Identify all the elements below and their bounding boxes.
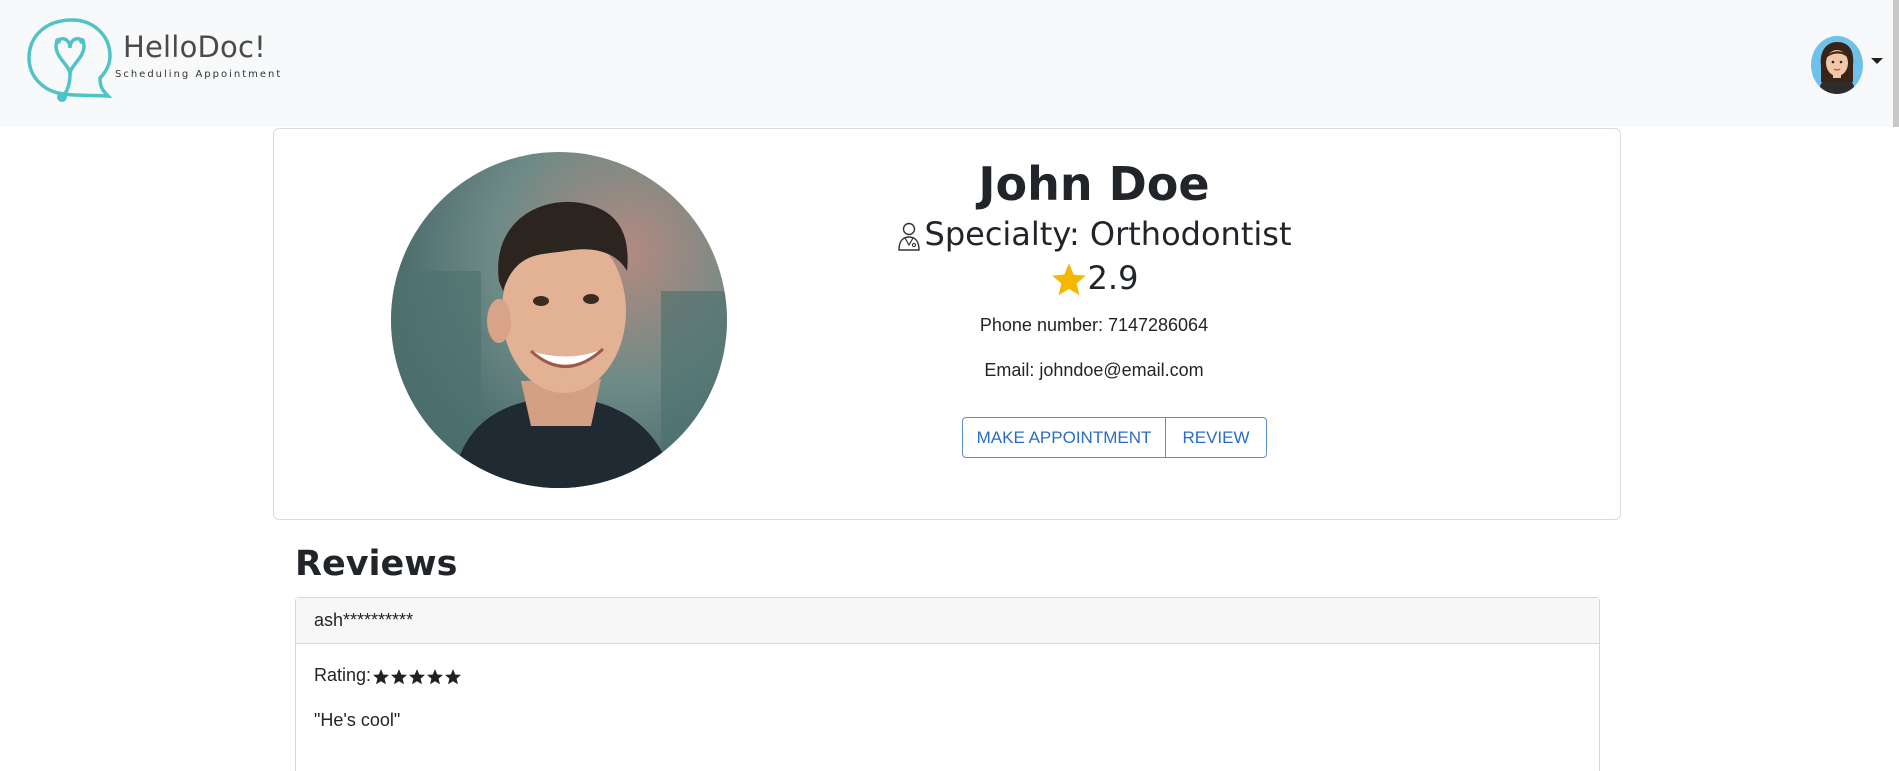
review-username: ash********** bbox=[314, 610, 414, 630]
doctor-phone: Phone number: 7147286064 bbox=[979, 315, 1209, 335]
brand-name: HelloDoc! bbox=[123, 30, 266, 64]
doctor-photo bbox=[391, 152, 727, 488]
logo-icon bbox=[27, 18, 113, 102]
rating-star-icon bbox=[409, 669, 425, 685]
doctor-specialty: Specialty: Orthodontist bbox=[794, 215, 1394, 253]
reviews-heading: Reviews bbox=[295, 544, 458, 584]
rating-value: 2.9 bbox=[1087, 259, 1139, 297]
user-menu[interactable] bbox=[1811, 36, 1883, 94]
review-text: "He's cool" bbox=[314, 710, 401, 730]
rating-star-icon bbox=[427, 669, 443, 685]
rating-label: Rating: bbox=[314, 665, 372, 685]
action-button-group: MAKE APPOINTMENT REVIEW bbox=[962, 417, 1267, 458]
rating-star-icon bbox=[445, 669, 461, 685]
brand-logo[interactable]: HelloDoc! Scheduling Appointment bbox=[26, 16, 286, 106]
doctor-email: Email: johndoe@email.com bbox=[984, 360, 1204, 380]
review-rating: Rating: bbox=[314, 665, 462, 686]
review-header: ash********** bbox=[296, 598, 1599, 644]
navbar: HelloDoc! Scheduling Appointment bbox=[0, 0, 1899, 127]
doctor-profile-card: John Doe Specialty: Orthodontist 2.9 Pho… bbox=[273, 128, 1621, 520]
rating-stars bbox=[372, 668, 462, 686]
brand-tagline: Scheduling Appointment bbox=[115, 69, 283, 80]
user-avatar bbox=[1811, 36, 1863, 94]
chevron-down-icon bbox=[1871, 58, 1883, 64]
specialty-text: Specialty: Orthodontist bbox=[924, 215, 1292, 253]
rating-star-icon bbox=[373, 669, 389, 685]
make-appointment-button[interactable]: MAKE APPOINTMENT bbox=[962, 417, 1166, 458]
review-button[interactable]: REVIEW bbox=[1166, 417, 1267, 458]
doctor-rating: 2.9 bbox=[794, 259, 1394, 299]
doctor-name: John Doe bbox=[978, 157, 1210, 211]
rating-star-icon bbox=[391, 669, 407, 685]
star-icon bbox=[1051, 263, 1086, 296]
review-card: ash********** Rating: "He's cool" bbox=[295, 597, 1600, 771]
scrollbar[interactable] bbox=[1893, 0, 1899, 127]
doctor-icon bbox=[897, 222, 920, 251]
